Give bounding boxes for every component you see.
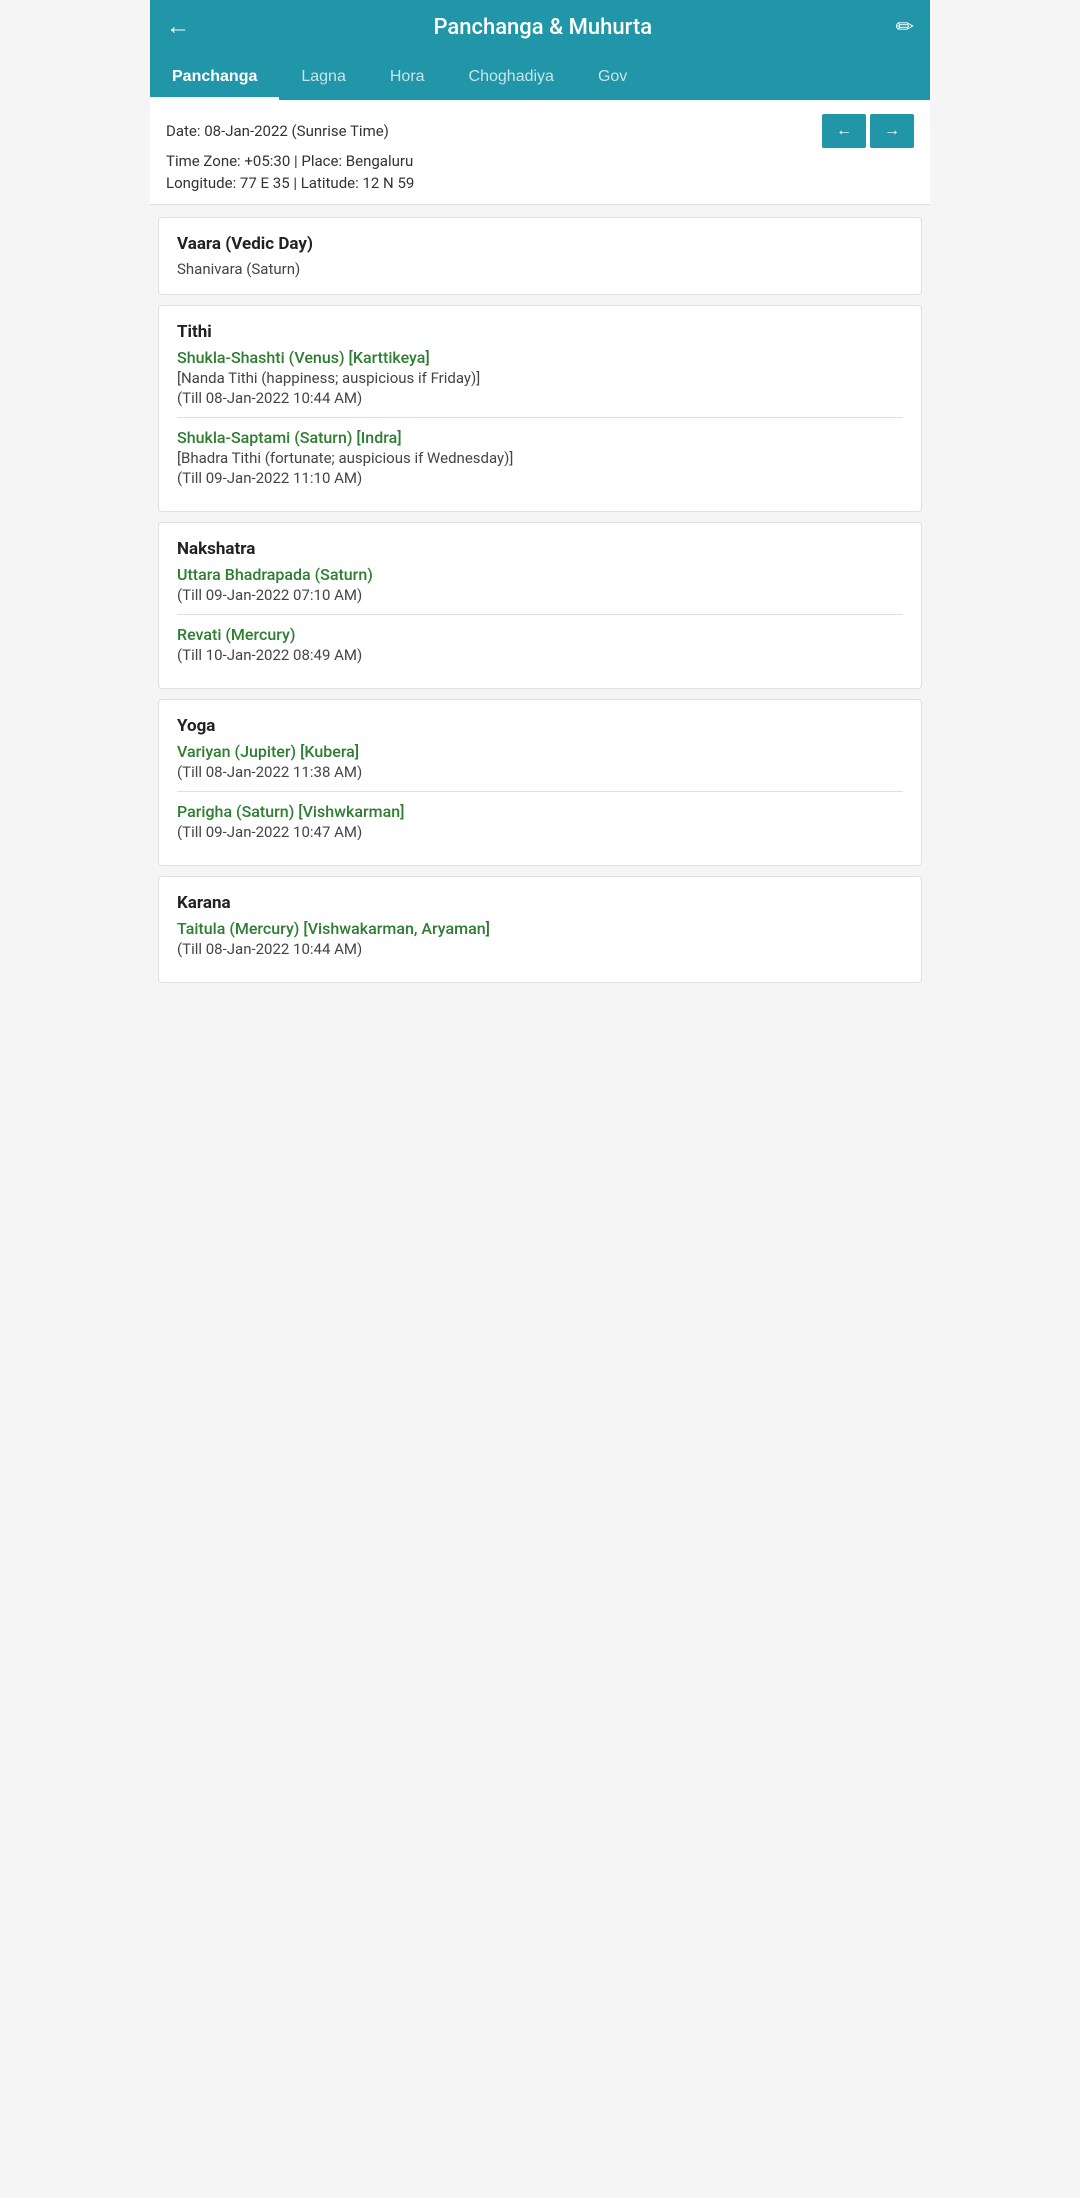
tab-lagna[interactable]: Lagna [279, 54, 368, 100]
next-date-button[interactable]: → [870, 114, 914, 148]
nakshatra-card: Nakshatra Uttara Bhadrapada (Saturn) (Ti… [158, 522, 922, 689]
tithi-title: Tithi [177, 322, 903, 342]
vaara-card: Vaara (Vedic Day) Shanivara (Saturn) [158, 217, 922, 295]
karana-link-1[interactable]: Taitula (Mercury) [Vishwakarman, Aryaman… [177, 919, 903, 938]
tithi-card: Tithi Shukla-Shashti (Venus) [Karttikeya… [158, 305, 922, 512]
tab-bar: Panchanga Lagna Hora Choghadiya Gov [150, 54, 930, 100]
nakshatra-time-2: (Till 10-Jan-2022 08:49 AM) [177, 646, 903, 664]
nakshatra-divider [177, 614, 903, 615]
nakshatra-link-2[interactable]: Revati (Mercury) [177, 625, 903, 644]
back-button[interactable]: ← [166, 15, 190, 39]
date-bar: Date: 08-Jan-2022 (Sunrise Time) ← → Tim… [150, 100, 930, 205]
vaara-title: Vaara (Vedic Day) [177, 234, 903, 254]
tithi-time-1: (Till 08-Jan-2022 10:44 AM) [177, 389, 903, 407]
nav-buttons: ← → [822, 114, 914, 148]
yoga-time-1: (Till 08-Jan-2022 11:38 AM) [177, 763, 903, 781]
tithi-detail-2: [Bhadra Tithi (fortunate; auspicious if … [177, 449, 903, 467]
yoga-card: Yoga Variyan (Jupiter) [Kubera] (Till 08… [158, 699, 922, 866]
page-title: Panchanga & Muhurta [190, 15, 896, 40]
vaara-value: Shanivara (Saturn) [177, 260, 903, 278]
yoga-link-1[interactable]: Variyan (Jupiter) [Kubera] [177, 742, 903, 761]
app-header: ← Panchanga & Muhurta ✏ [150, 0, 930, 54]
tithi-section-2: Shukla-Saptami (Saturn) [Indra] [Bhadra … [177, 428, 903, 487]
yoga-time-2: (Till 09-Jan-2022 10:47 AM) [177, 823, 903, 841]
tithi-divider [177, 417, 903, 418]
yoga-section-2: Parigha (Saturn) [Vishwkarman] (Till 09-… [177, 802, 903, 841]
coords-text: Longitude: 77 E 35 | Latitude: 12 N 59 [166, 174, 914, 192]
yoga-divider [177, 791, 903, 792]
yoga-title: Yoga [177, 716, 903, 736]
yoga-section-1: Variyan (Jupiter) [Kubera] (Till 08-Jan-… [177, 742, 903, 781]
content-area: Vaara (Vedic Day) Shanivara (Saturn) Tit… [150, 205, 930, 1005]
tithi-detail-1: [Nanda Tithi (happiness; auspicious if F… [177, 369, 903, 387]
tab-choghadiya[interactable]: Choghadiya [447, 54, 576, 100]
tithi-link-2[interactable]: Shukla-Saptami (Saturn) [Indra] [177, 428, 903, 447]
tab-panchanga[interactable]: Panchanga [150, 54, 279, 100]
nakshatra-section-2: Revati (Mercury) (Till 10-Jan-2022 08:49… [177, 625, 903, 664]
tithi-time-2: (Till 09-Jan-2022 11:10 AM) [177, 469, 903, 487]
karana-section-1: Taitula (Mercury) [Vishwakarman, Aryaman… [177, 919, 903, 958]
nakshatra-link-1[interactable]: Uttara Bhadrapada (Saturn) [177, 565, 903, 584]
tab-gov[interactable]: Gov [576, 54, 649, 100]
nakshatra-time-1: (Till 09-Jan-2022 07:10 AM) [177, 586, 903, 604]
nakshatra-title: Nakshatra [177, 539, 903, 559]
karana-card: Karana Taitula (Mercury) [Vishwakarman, … [158, 876, 922, 983]
nakshatra-section-1: Uttara Bhadrapada (Saturn) (Till 09-Jan-… [177, 565, 903, 604]
timezone-text: Time Zone: +05:30 | Place: Bengaluru [166, 152, 914, 170]
tithi-link-1[interactable]: Shukla-Shashti (Venus) [Karttikeya] [177, 348, 903, 367]
karana-time-1: (Till 08-Jan-2022 10:44 AM) [177, 940, 903, 958]
tithi-section-1: Shukla-Shashti (Venus) [Karttikeya] [Nan… [177, 348, 903, 407]
date-text: Date: 08-Jan-2022 (Sunrise Time) [166, 122, 389, 140]
yoga-link-2[interactable]: Parigha (Saturn) [Vishwkarman] [177, 802, 903, 821]
tab-hora[interactable]: Hora [368, 54, 447, 100]
edit-button[interactable]: ✏ [896, 14, 914, 40]
karana-title: Karana [177, 893, 903, 913]
prev-date-button[interactable]: ← [822, 114, 866, 148]
